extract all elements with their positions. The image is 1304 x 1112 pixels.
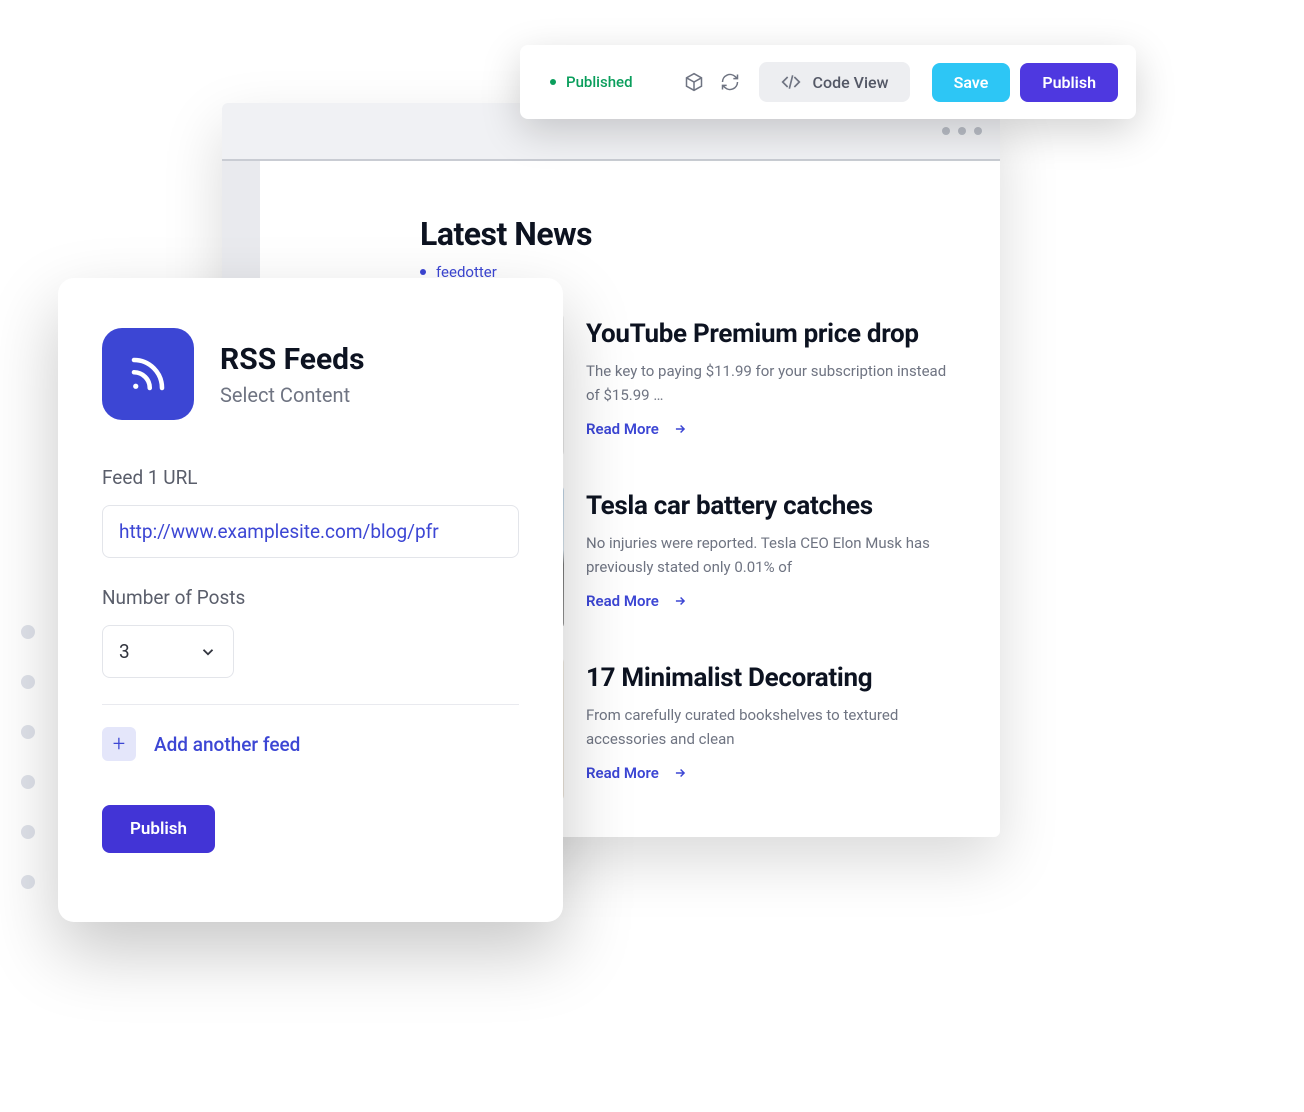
- refresh-icon[interactable]: [717, 69, 743, 95]
- decorative-dots: [21, 625, 35, 889]
- feed-url-input[interactable]: [102, 505, 519, 558]
- window-dot: [942, 127, 950, 135]
- add-feed-label: Add another feed: [154, 733, 300, 756]
- panel-subtitle: Select Content: [220, 383, 364, 407]
- code-icon: [781, 72, 801, 92]
- rss-feeds-panel: RSS Feeds Select Content Feed 1 URL Numb…: [58, 278, 563, 922]
- article-excerpt: From carefully curated bookshelves to te…: [586, 703, 956, 751]
- article-excerpt: The key to paying $11.99 for your subscr…: [586, 359, 956, 407]
- editor-toolbar: Published Code View Save Publish: [520, 45, 1136, 119]
- read-more-link[interactable]: Read More: [586, 592, 687, 610]
- article-title: YouTube Premium price drop: [586, 319, 956, 349]
- read-more-label: Read More: [586, 764, 659, 782]
- rss-icon: [102, 328, 194, 420]
- preview-heading: Latest News: [420, 215, 956, 253]
- publish-button[interactable]: Publish: [1020, 63, 1118, 102]
- code-view-button[interactable]: Code View: [759, 62, 911, 102]
- panel-title: RSS Feeds: [220, 342, 364, 377]
- read-more-link[interactable]: Read More: [586, 420, 687, 438]
- read-more-label: Read More: [586, 592, 659, 610]
- article-title: Tesla car battery catches: [586, 491, 956, 521]
- arrow-right-icon: [673, 766, 687, 780]
- num-posts-value: 3: [119, 640, 130, 663]
- article-excerpt: No injuries were reported. Tesla CEO Elo…: [586, 531, 956, 579]
- cube-icon[interactable]: [681, 69, 707, 95]
- save-button[interactable]: Save: [932, 63, 1011, 102]
- feed-url-label: Feed 1 URL: [102, 466, 519, 489]
- status-badge: Published: [538, 73, 645, 91]
- publish-feed-button[interactable]: Publish: [102, 805, 215, 853]
- window-dot: [974, 127, 982, 135]
- arrow-right-icon: [673, 422, 687, 436]
- code-view-label: Code View: [813, 73, 889, 92]
- read-more-label: Read More: [586, 420, 659, 438]
- num-posts-label: Number of Posts: [102, 586, 519, 609]
- divider: [102, 704, 519, 705]
- window-dot: [958, 127, 966, 135]
- read-more-link[interactable]: Read More: [586, 764, 687, 782]
- plus-icon: +: [102, 727, 136, 761]
- arrow-right-icon: [673, 594, 687, 608]
- article-title: 17 Minimalist Decorating: [586, 663, 956, 693]
- num-posts-select[interactable]: 3: [102, 625, 234, 678]
- add-feed-button[interactable]: + Add another feed: [102, 727, 519, 761]
- chevron-down-icon: [199, 643, 217, 661]
